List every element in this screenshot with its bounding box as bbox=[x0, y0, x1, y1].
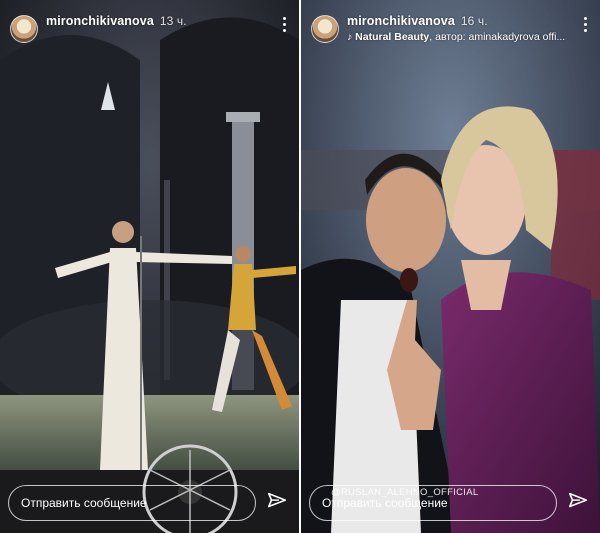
left-story[interactable]: mironchikivanova 13 ч. Отправить сообщени… bbox=[0, 0, 299, 533]
avatar[interactable] bbox=[10, 15, 38, 43]
music-note-icon: ♪ bbox=[347, 31, 353, 43]
avatar[interactable] bbox=[311, 15, 339, 43]
reply-input[interactable]: Отправить сообщение bbox=[8, 485, 256, 521]
music-sticker[interactable]: ♪ Natural Beauty, автор: aminakadyrova o… bbox=[347, 31, 565, 43]
time-ago: 13 ч. bbox=[159, 14, 187, 28]
username[interactable]: mironchikivanova bbox=[46, 14, 154, 28]
stage-performance-photo bbox=[0, 0, 299, 533]
reply-input[interactable]: Отправить сообщение bbox=[309, 485, 557, 521]
story-header: mironchikivanova 16 ч. ♪ Natural Beauty, … bbox=[301, 0, 600, 60]
music-title: Natural Beauty bbox=[355, 31, 430, 43]
right-story[interactable]: mironchikivanova 16 ч. ♪ Natural Beauty, … bbox=[301, 0, 600, 533]
more-options-icon[interactable] bbox=[584, 17, 588, 33]
more-options-icon[interactable] bbox=[283, 17, 287, 33]
username-row[interactable]: mironchikivanova 13 ч. bbox=[46, 14, 187, 28]
username[interactable]: mironchikivanova bbox=[347, 14, 455, 28]
story-header: mironchikivanova 13 ч. bbox=[0, 0, 299, 60]
send-icon[interactable] bbox=[567, 490, 589, 512]
username-row[interactable]: mironchikivanova 16 ч. bbox=[347, 14, 488, 28]
selfie-photo bbox=[301, 0, 600, 533]
music-author: автор: aminakadyrova offi... bbox=[435, 31, 566, 43]
send-icon[interactable] bbox=[266, 490, 288, 512]
time-ago: 16 ч. bbox=[460, 14, 488, 28]
